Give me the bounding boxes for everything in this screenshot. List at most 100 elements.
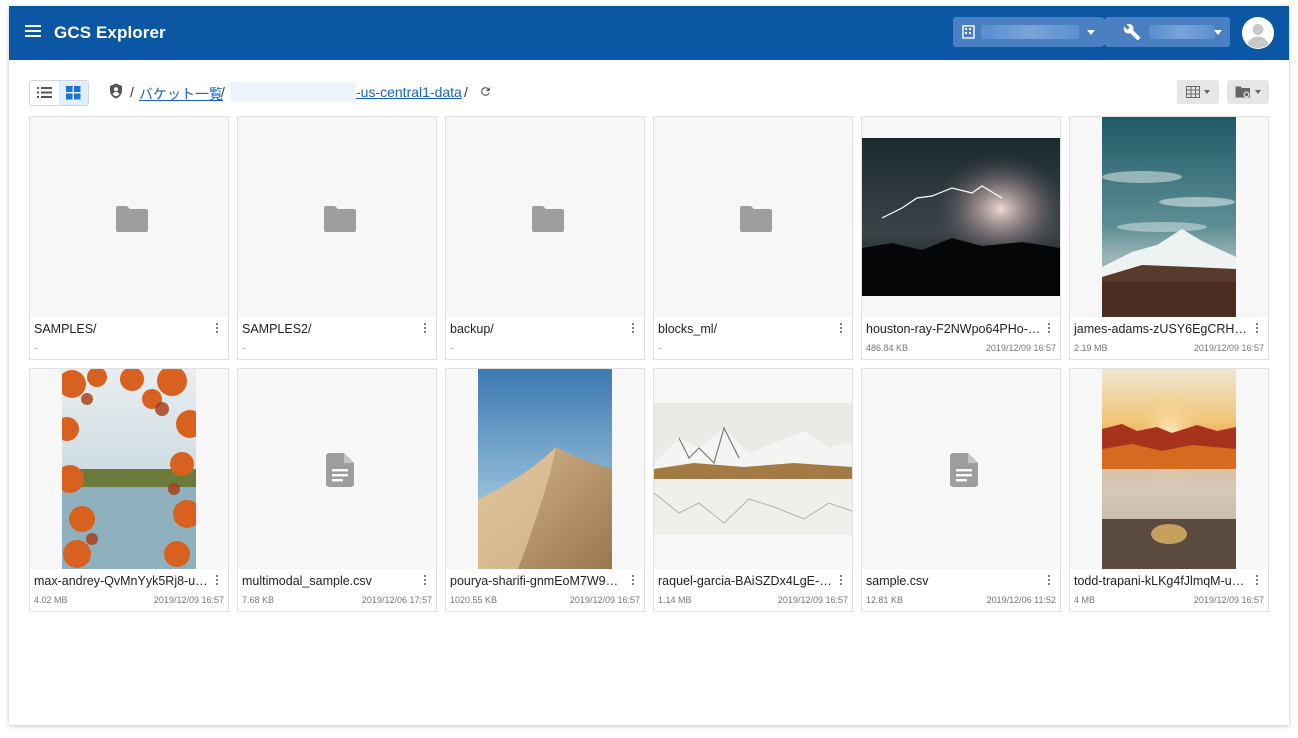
more-vert-icon[interactable] [1045, 323, 1053, 337]
file-card[interactable]: max-andrey-QvMnYyk5Rj8-unsplash.jpg 4.02… [29, 368, 229, 612]
redacted-tool-name [1149, 25, 1215, 39]
file-size: 7.68 KB [242, 595, 275, 605]
more-vert-icon[interactable] [421, 323, 429, 337]
file-name: houston-ray-F2NWpo64PHo-unsplash.jpg [866, 322, 1041, 336]
folder-icon [116, 206, 148, 232]
thumbnail [30, 117, 228, 317]
table-icon [1186, 86, 1200, 98]
folder-settings-icon [1235, 86, 1250, 98]
more-vert-icon[interactable] [629, 575, 637, 589]
sand-dune-image [478, 369, 612, 569]
file-date: 2019/12/09 16:57 [1193, 595, 1264, 605]
lightning-storm-image [862, 138, 1060, 296]
document-icon [326, 453, 354, 487]
file-date: 2019/12/09 16:57 [569, 595, 640, 605]
thumbnail [1070, 369, 1268, 569]
redacted-project-name [981, 25, 1079, 39]
more-vert-icon[interactable] [1045, 575, 1053, 589]
file-card[interactable]: blocks_ml/ - [653, 116, 853, 360]
file-size: - [658, 343, 661, 353]
file-card[interactable]: todd-trapani-kLKg4fJlmqM-unsplash.jpg 4 … [1069, 368, 1269, 612]
menu-icon[interactable] [25, 25, 41, 41]
file-size: - [34, 343, 37, 353]
caret-down-icon [1204, 90, 1210, 94]
sunrise-forest-image [1102, 369, 1236, 569]
file-card[interactable]: sample.csv 12.81 KB 2019/12/06 11:52 [861, 368, 1061, 612]
breadcrumb-bucket-link[interactable]: -us-central1-data [356, 84, 462, 100]
file-name: SAMPLES/ [34, 322, 97, 336]
file-date: 2019/12/09 16:57 [153, 595, 224, 605]
folder-actions-button[interactable] [1227, 80, 1269, 104]
breadcrumb-bucket-list-link[interactable]: バケット一覧 [139, 84, 223, 104]
breadcrumb-separator: / [221, 84, 225, 100]
folder-icon [740, 206, 772, 232]
breadcrumb-separator: / [464, 84, 468, 100]
thumbnail [862, 117, 1060, 317]
file-card[interactable]: james-adams-zUSY6EgCRHo-unsplash.jpg 2.1… [1069, 116, 1269, 360]
file-name: sample.csv [866, 574, 929, 588]
file-size: 486.84 KB [866, 343, 909, 353]
thumbnail [1070, 117, 1268, 317]
mountain-image [1102, 117, 1236, 317]
thumbnail [446, 369, 644, 569]
file-card[interactable]: raquel-garcia-BAiSZDx4LgE-unsplash.jpg 1… [653, 368, 853, 612]
document-icon [950, 453, 978, 487]
file-card[interactable]: backup/ - [445, 116, 645, 360]
file-size: 4.02 MB [34, 595, 68, 605]
file-name: multimodal_sample.csv [242, 574, 372, 588]
file-card[interactable]: pourya-sharifi-gnmEoM7W9hQ-unsplash.jpg … [445, 368, 645, 612]
tool-selector[interactable] [1105, 17, 1230, 47]
file-name: todd-trapani-kLKg4fJlmqM-unsplash.jpg [1074, 574, 1249, 588]
file-size: 4 MB [1074, 595, 1096, 605]
shield-user-icon [110, 83, 122, 99]
grid-view-button[interactable] [59, 81, 88, 105]
project-selector[interactable] [953, 17, 1113, 47]
list-icon [37, 87, 52, 98]
app-bar: GCS Explorer [9, 6, 1289, 60]
more-vert-icon[interactable] [629, 323, 637, 337]
thumbnail [862, 369, 1060, 569]
more-vert-icon[interactable] [1253, 323, 1261, 337]
file-size: - [450, 343, 453, 353]
view-toggle [29, 80, 89, 106]
folder-icon [324, 206, 356, 232]
chevron-down-icon [1087, 30, 1095, 35]
file-size: 1020.55 KB [450, 595, 498, 605]
file-date: 2019/12/09 16:57 [1193, 343, 1264, 353]
file-name: backup/ [450, 322, 494, 336]
avatar[interactable] [1242, 17, 1274, 49]
file-date: 2019/12/06 17:57 [361, 595, 432, 605]
file-size: 2.19 MB [1074, 343, 1108, 353]
app-title: GCS Explorer [54, 23, 166, 42]
column-settings-button[interactable] [1177, 80, 1219, 104]
autumn-leaves-image [62, 369, 196, 569]
more-vert-icon[interactable] [837, 575, 845, 589]
file-card[interactable]: multimodal_sample.csv 7.68 KB 2019/12/06… [237, 368, 437, 612]
caret-down-icon [1255, 90, 1261, 94]
thumbnail [654, 369, 852, 569]
file-name: max-andrey-QvMnYyk5Rj8-unsplash.jpg [34, 574, 209, 588]
file-name: james-adams-zUSY6EgCRHo-unsplash.jpg [1074, 322, 1249, 336]
thumbnail [654, 117, 852, 317]
more-vert-icon[interactable] [1253, 575, 1261, 589]
app-window: GCS Explorer / バケット一覧 / -us-central1-dat… [9, 6, 1289, 725]
file-card[interactable]: SAMPLES2/ - [237, 116, 437, 360]
file-name: raquel-garcia-BAiSZDx4LgE-unsplash.jpg [658, 574, 833, 588]
file-card[interactable]: houston-ray-F2NWpo64PHo-unsplash.jpg 486… [861, 116, 1061, 360]
file-date: 2019/12/09 16:57 [985, 343, 1056, 353]
more-vert-icon[interactable] [213, 323, 221, 337]
thumbnail [446, 117, 644, 317]
user-avatar-icon [1242, 17, 1274, 49]
breadcrumb-separator: / [130, 84, 134, 100]
refresh-icon[interactable] [479, 85, 492, 98]
file-name: blocks_ml/ [658, 322, 718, 336]
more-vert-icon[interactable] [421, 575, 429, 589]
more-vert-icon[interactable] [213, 575, 221, 589]
list-view-button[interactable] [30, 81, 59, 105]
grid-icon [66, 86, 81, 100]
file-card[interactable]: SAMPLES/ - [29, 116, 229, 360]
more-vert-icon[interactable] [837, 323, 845, 337]
right-tools [1177, 80, 1269, 104]
wrench-icon [1123, 23, 1141, 41]
thumbnail [238, 117, 436, 317]
